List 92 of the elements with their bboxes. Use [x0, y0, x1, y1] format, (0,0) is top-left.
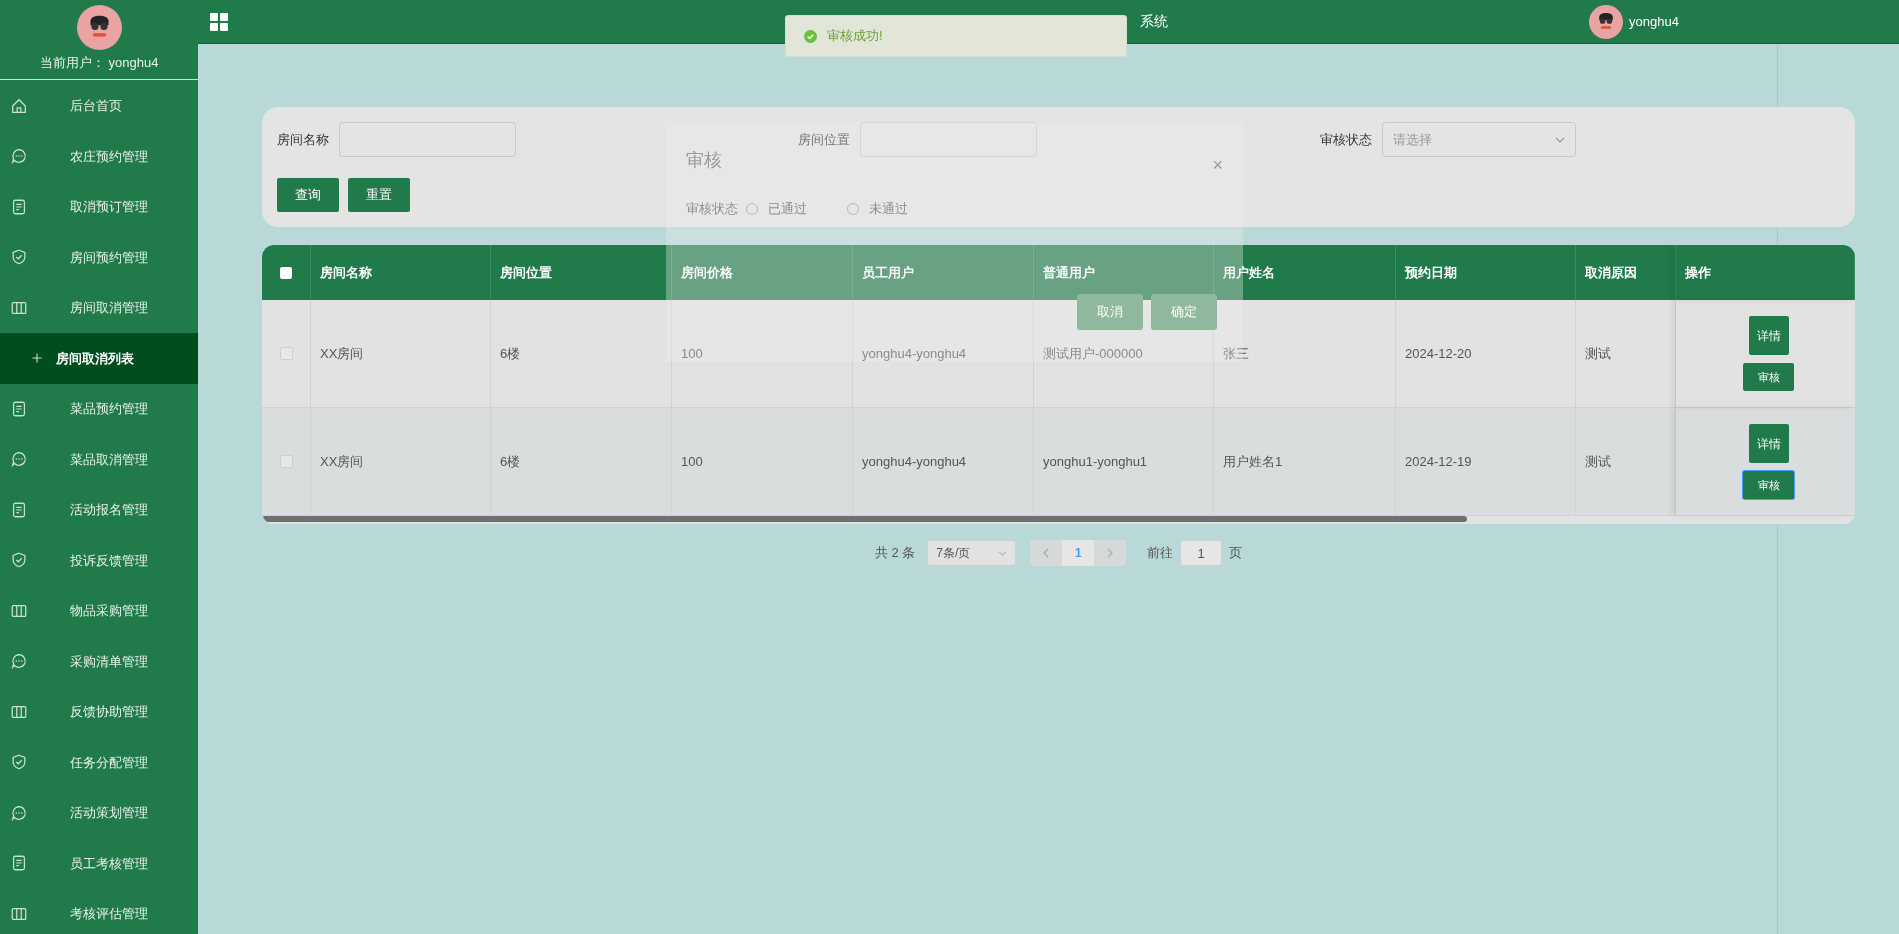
table-cell-text: 6楼 — [500, 344, 521, 363]
table-cell-text: yonghu1-yonghu1 — [1043, 452, 1148, 471]
sidebar-item[interactable]: 反馈协助管理 — [0, 686, 198, 737]
field-label: 房间位置 — [798, 130, 850, 149]
field-label: 审核状态 — [686, 200, 738, 218]
field-label: 房间名称 — [277, 130, 329, 149]
chat-bubble-icon — [10, 803, 28, 822]
toast-message: 审核成功! — [827, 27, 883, 46]
home-icon — [10, 96, 28, 115]
sidebar-item[interactable]: 考核评估管理 — [0, 888, 198, 934]
review-button[interactable]: 审核 — [1743, 471, 1794, 499]
column-header: 取消原因 — [1585, 263, 1637, 282]
sidebar-item[interactable]: 农庄预约管理 — [0, 131, 198, 182]
column-header: 房间名称 — [320, 263, 372, 282]
avatar-icon — [76, 5, 122, 50]
table-cell-text: 100 — [681, 452, 703, 471]
chat-bubble-icon — [10, 147, 28, 166]
sidebar-item[interactable]: 物品采购管理 — [0, 585, 198, 636]
document-icon — [10, 854, 28, 873]
chat-bubble-icon — [10, 652, 28, 671]
table-cell-text: 6楼 — [500, 452, 521, 471]
radio-option[interactable]: 未通过 — [847, 199, 908, 219]
column-header: 普通用户 — [1043, 263, 1095, 282]
search-button[interactable]: 查询 — [277, 178, 339, 212]
select-all-checkbox[interactable] — [280, 266, 292, 279]
document-icon — [10, 500, 28, 519]
table-cell-text: yonghu4-yonghu4 — [862, 344, 967, 363]
sidebar-item[interactable]: 菜品取消管理 — [0, 434, 198, 485]
column-header: 房间位置 — [500, 263, 552, 282]
table-cell-text: 2024-12-20 — [1405, 344, 1472, 363]
input-field[interactable] — [339, 122, 516, 157]
detail-button[interactable]: 详情 — [1748, 316, 1789, 355]
sidebar-item[interactable]: 房间取消管理 — [0, 282, 198, 333]
table-cell-text: 用户姓名1 — [1223, 452, 1283, 471]
table-cell-text: XX房间 — [320, 344, 364, 363]
grid-menu-icon[interactable] — [210, 12, 228, 31]
table-cell-text: XX房间 — [320, 452, 364, 471]
review-button[interactable]: 审核 — [1743, 363, 1794, 391]
search-button[interactable]: 重置 — [348, 178, 410, 212]
chevron-left-icon — [1042, 548, 1051, 558]
sidebar-item[interactable]: 后台首页 — [0, 80, 198, 131]
sidebar-item[interactable]: 活动策划管理 — [0, 787, 198, 838]
shield-check-icon — [10, 551, 28, 570]
sidebar-item[interactable]: 活动报名管理 — [0, 484, 198, 535]
header-username: yonghu4 — [1629, 12, 1679, 31]
caret-icon — [998, 550, 1008, 556]
page-size-select[interactable]: 7条/页 — [927, 540, 1017, 566]
table-cell-text: 2024-12-19 — [1405, 452, 1472, 471]
success-check-icon — [804, 29, 817, 43]
table-cell-text: yonghu4-yonghu4 — [862, 452, 967, 471]
column-header: 员工用户 — [862, 263, 914, 282]
next-page-button[interactable] — [1094, 540, 1127, 566]
scrollbar-thumb[interactable] — [262, 516, 1467, 522]
column-header: 操作 — [1685, 263, 1711, 282]
table-cell-text: 测试用户-000000 — [1043, 344, 1143, 363]
sidebar-item[interactable]: 采购清单管理 — [0, 636, 198, 687]
document-icon — [10, 197, 28, 216]
current-user-name: yonghu4 — [108, 54, 159, 72]
row-checkbox[interactable] — [279, 455, 293, 468]
sidebar-item[interactable]: 投诉反馈管理 — [0, 535, 198, 586]
page-suffix: 页 — [1229, 544, 1243, 563]
table-cell-text: 测试 — [1585, 344, 1611, 363]
sidebar-item[interactable]: 员工考核管理 — [0, 838, 198, 889]
goto-label: 前往 — [1147, 544, 1174, 563]
column-header: 房间价格 — [681, 263, 733, 282]
column-header: 用户姓名 — [1223, 263, 1275, 282]
dialog-title: 审核 — [686, 149, 722, 172]
sidebar-item[interactable]: 取消预订管理 — [0, 181, 198, 232]
table-cell-text: 100 — [681, 344, 703, 363]
table-cell-text: 测试 — [1585, 452, 1611, 471]
current-user-label: 当前用户： — [39, 54, 105, 72]
detail-button[interactable]: 详情 — [1748, 424, 1789, 463]
previous-page-button[interactable] — [1030, 540, 1063, 566]
table-cell-text: 张三 — [1223, 344, 1249, 363]
system-title: 系统 — [1140, 12, 1168, 31]
document-icon — [10, 399, 28, 418]
page-input[interactable]: 1 — [1180, 540, 1223, 566]
row-checkbox[interactable] — [279, 347, 293, 360]
avatar-icon — [1589, 4, 1624, 39]
sidebar-item[interactable]: 菜品预约管理 — [0, 383, 198, 434]
total-count: 共 2 条 — [874, 544, 916, 563]
sidebar-item[interactable]: 任务分配管理 — [0, 737, 198, 788]
column-header: 预约日期 — [1405, 263, 1457, 282]
chevron-right-icon — [1106, 548, 1115, 558]
sidebar-item[interactable]: 房间取消列表 — [0, 333, 198, 384]
caret-icon — [1555, 136, 1565, 143]
shield-check-icon — [10, 753, 28, 772]
field-label: 审核状态 — [1320, 130, 1372, 149]
shield-check-icon — [10, 248, 28, 267]
radio-option[interactable]: 已通过 — [746, 199, 807, 219]
chat-bubble-icon — [10, 450, 28, 469]
sidebar-item[interactable]: 房间预约管理 — [0, 232, 198, 283]
